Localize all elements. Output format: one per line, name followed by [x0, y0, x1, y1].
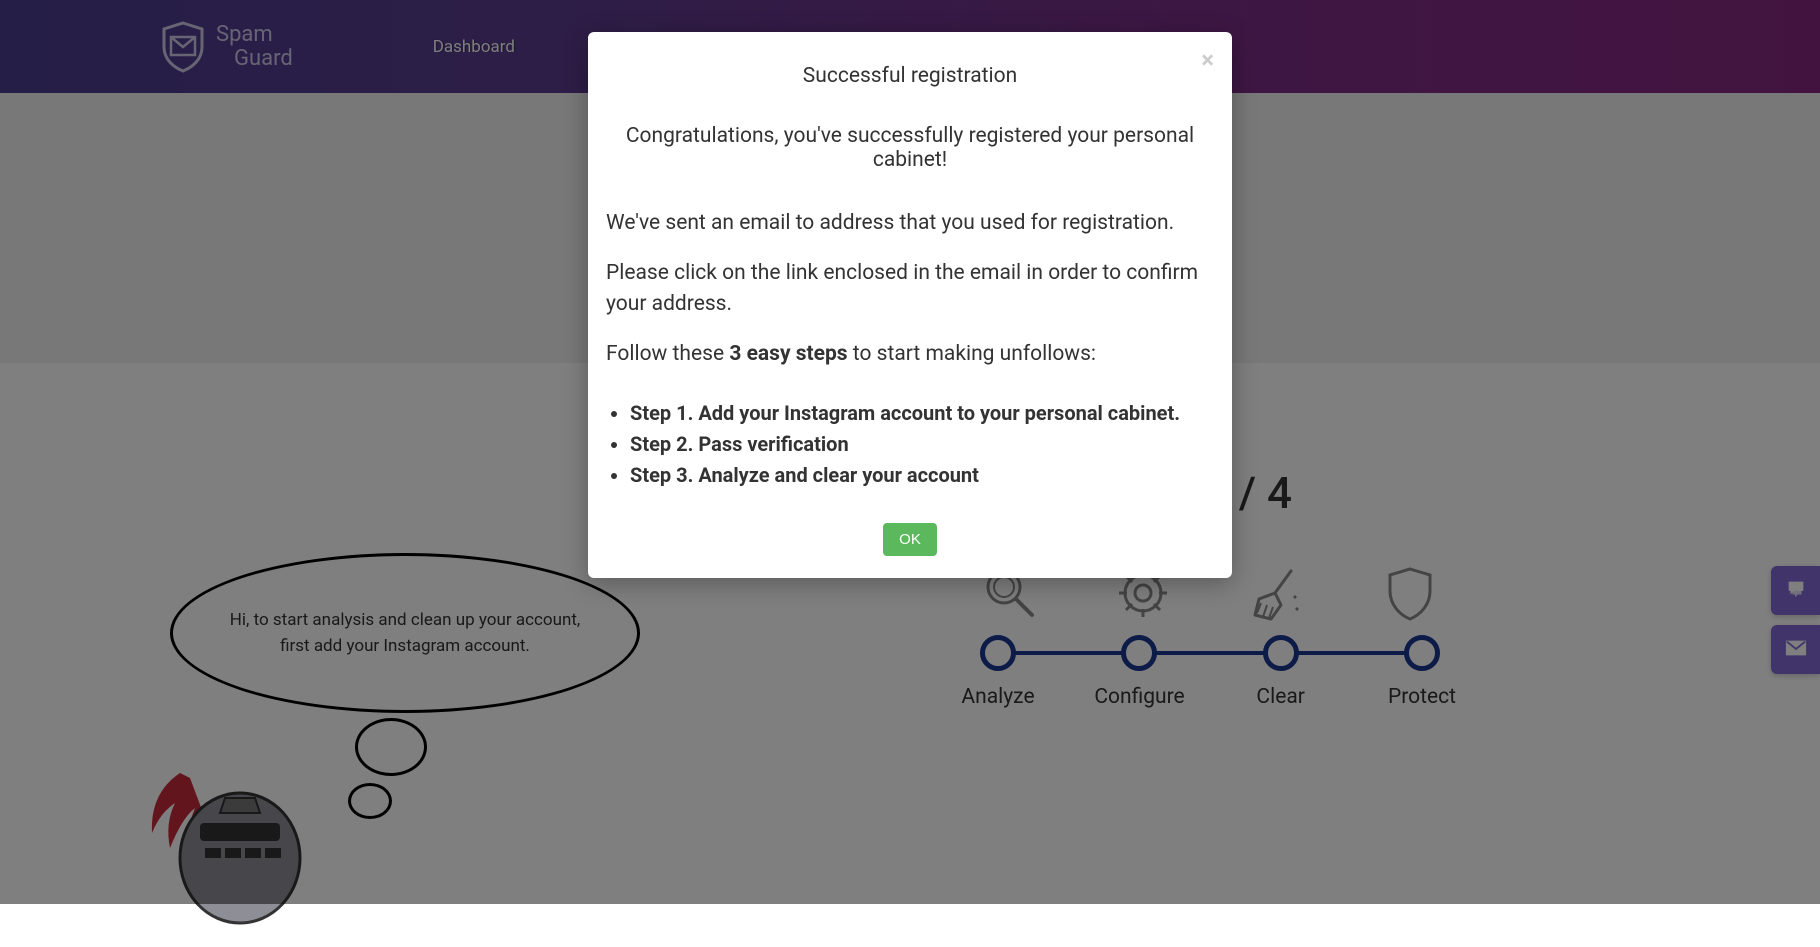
modal-p1: We've sent an email to address that you …: [606, 208, 1214, 240]
modal-step-3: Step 3. Analyze and clear your account: [630, 460, 1214, 491]
modal-step-1: Step 1. Add your Instagram account to yo…: [630, 398, 1214, 429]
modal-close-button[interactable]: ×: [1201, 48, 1214, 72]
modal-congrats: Congratulations, you've successfully reg…: [606, 124, 1214, 172]
registration-modal: × Successful registration Congratulation…: [588, 32, 1232, 578]
modal-p3: Follow these 3 easy steps to start makin…: [606, 339, 1214, 371]
modal-ok-button[interactable]: OK: [883, 523, 937, 556]
modal-p2: Please click on the link enclosed in the…: [606, 258, 1214, 321]
modal-steps-list: Step 1. Add your Instagram account to yo…: [606, 398, 1214, 491]
modal-title: Successful registration: [606, 64, 1214, 88]
modal-step-2: Step 2. Pass verification: [630, 429, 1214, 460]
